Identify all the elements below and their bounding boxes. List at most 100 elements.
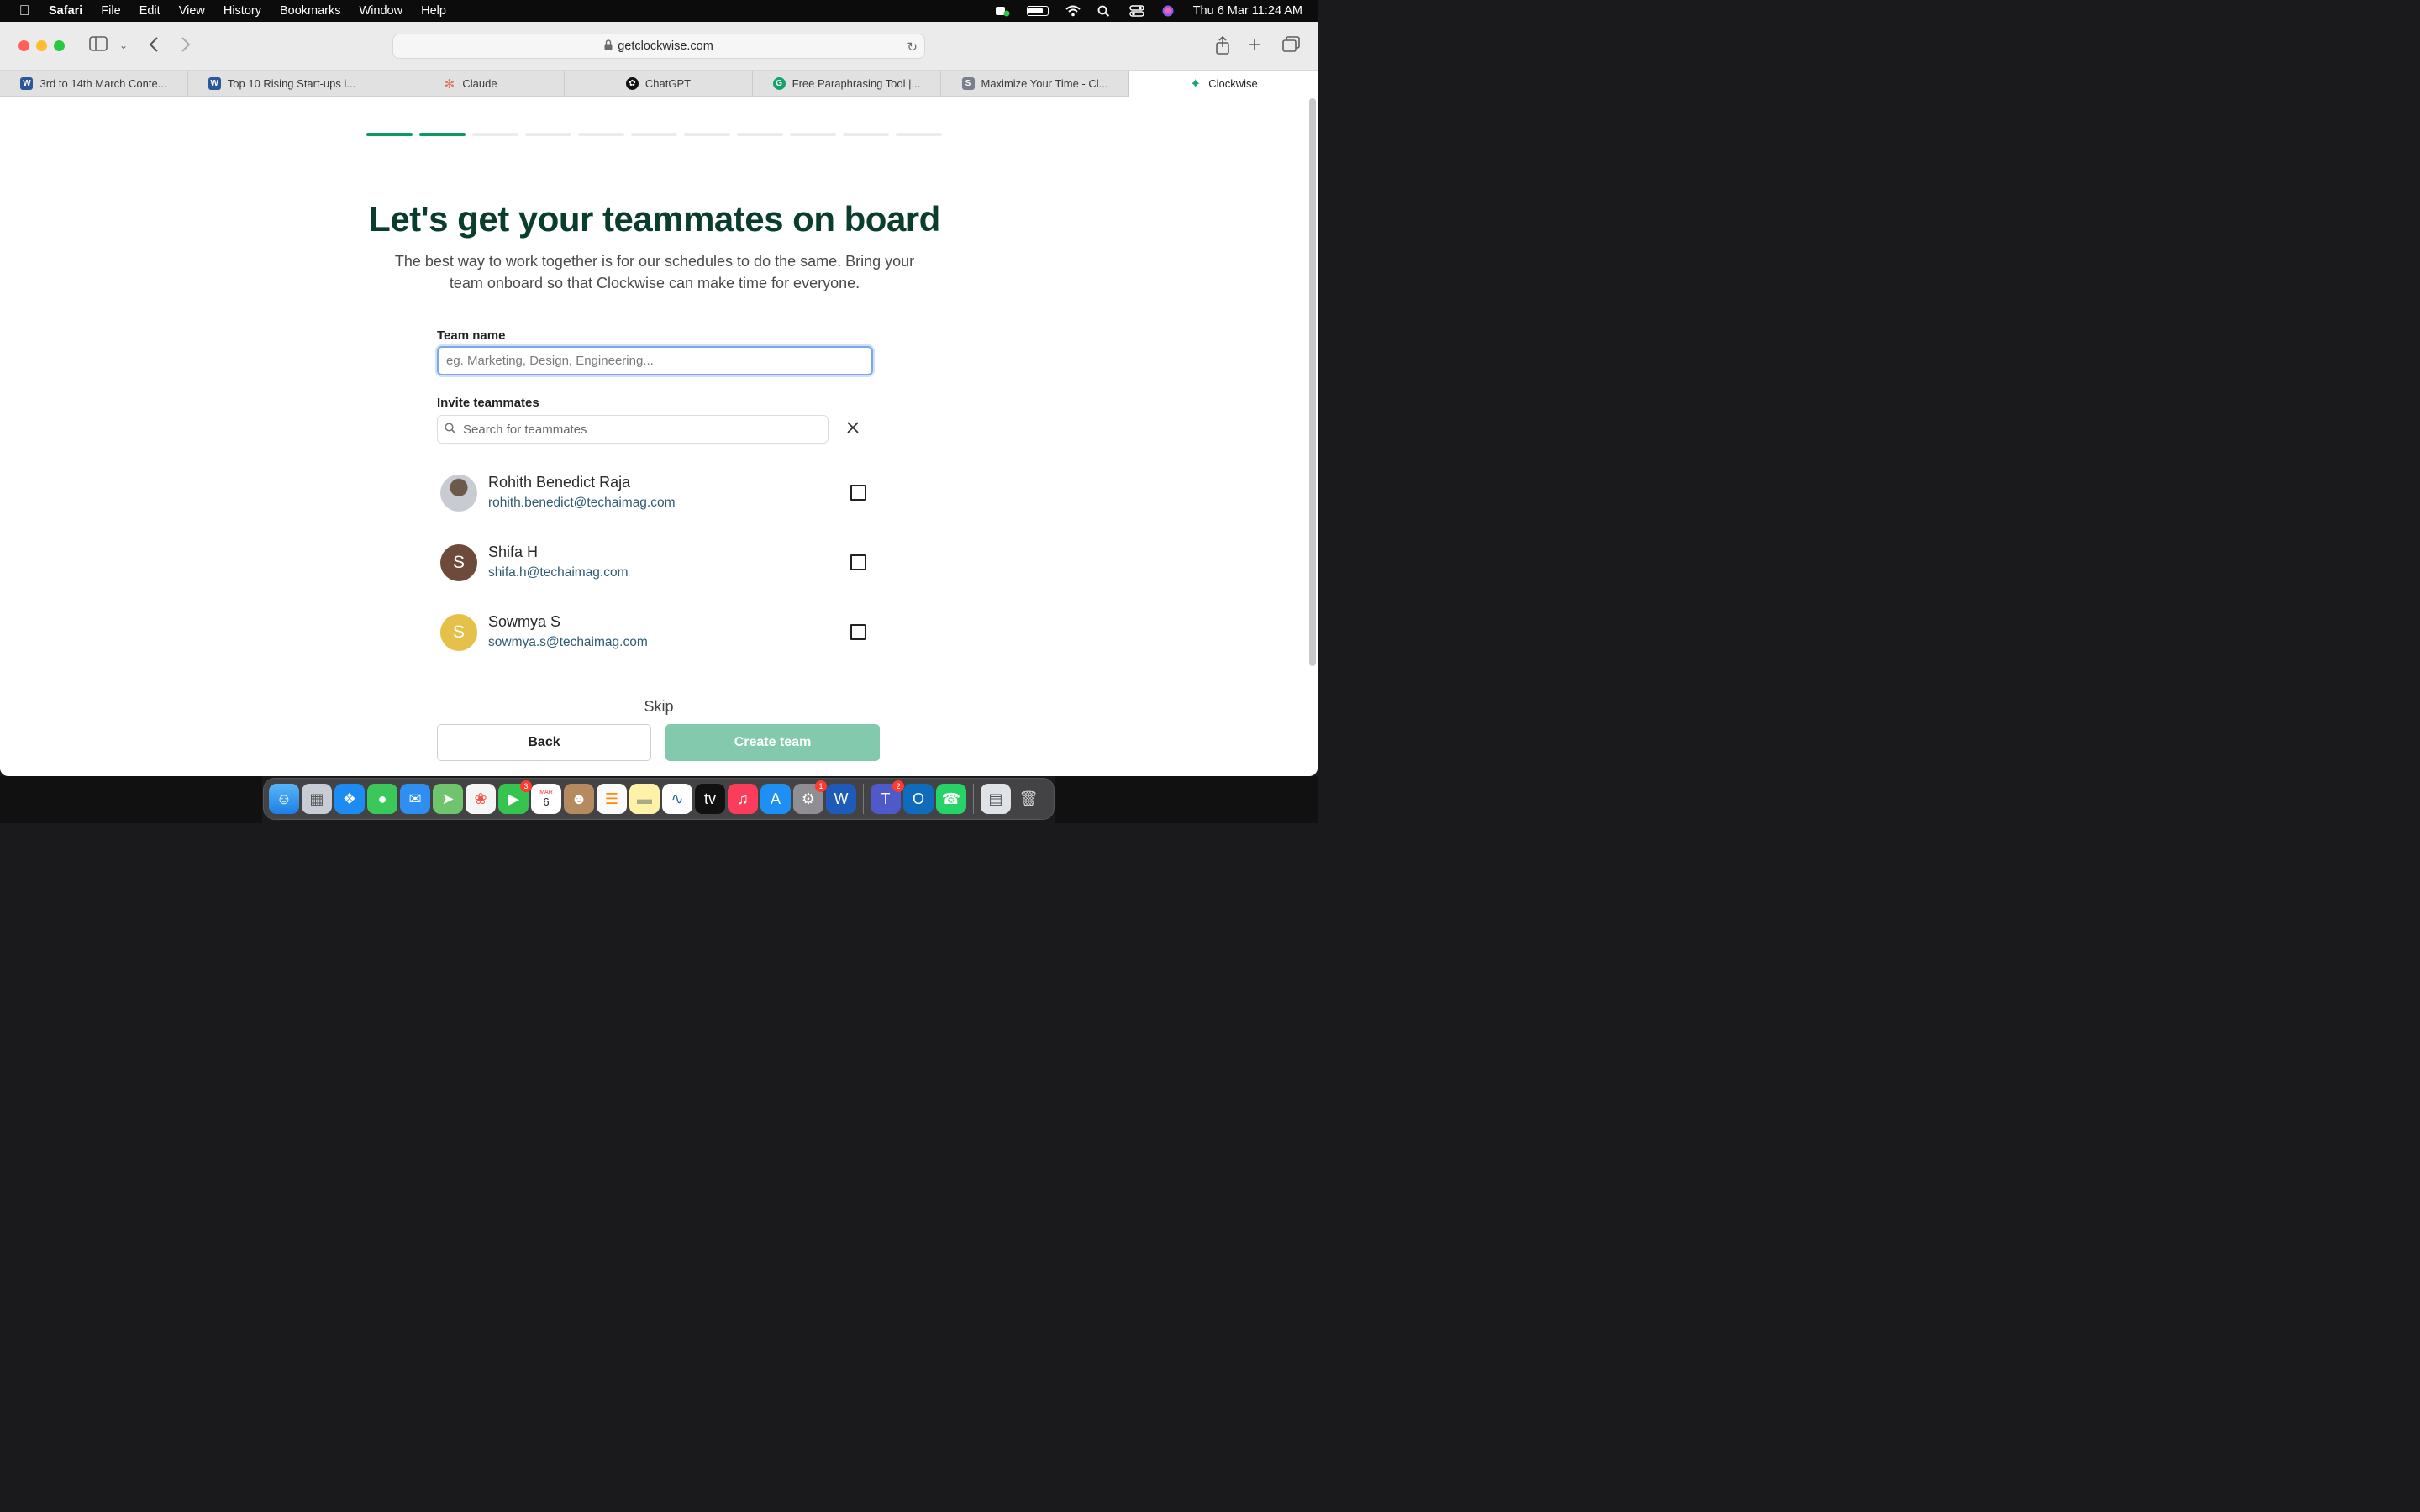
browser-tab[interactable]: S Maximize Your Time - Cl... [941, 71, 1129, 97]
teammate-checkbox[interactable] [850, 624, 866, 640]
progress-segment [472, 133, 518, 136]
tab-label: Top 10 Rising Start-ups i... [227, 77, 356, 90]
trash-icon[interactable]: 🗑 [1013, 784, 1044, 814]
window-controls [18, 40, 65, 51]
menu-history[interactable]: History [214, 4, 271, 18]
teams-status-icon[interactable] [995, 5, 1010, 17]
avatar: S [440, 544, 477, 581]
photos-icon[interactable]: ❀ [466, 784, 496, 814]
menu-app-name[interactable]: Safari [49, 4, 92, 18]
menu-edit[interactable]: Edit [130, 4, 170, 18]
teams-icon[interactable]: T2 [871, 780, 904, 814]
menu-window[interactable]: Window [350, 4, 413, 18]
menu-bookmarks[interactable]: Bookmarks [271, 4, 350, 18]
browser-tab-active[interactable]: ✦ Clockwise [1129, 71, 1318, 97]
teammate-checkbox[interactable] [850, 554, 866, 570]
app-store-icon[interactable]: A [760, 784, 791, 814]
music-icon[interactable]: ♫ [728, 784, 758, 814]
teammate-search-input[interactable] [463, 422, 816, 437]
teammate-row[interactable]: Rohith Benedict Raja rohith.benedict@tec… [440, 474, 877, 517]
maps-icon[interactable]: ➤ [433, 784, 463, 814]
apple-tv-icon[interactable]: tv [695, 784, 725, 814]
menu-view[interactable]: View [170, 4, 214, 18]
browser-tab[interactable]: W Top 10 Rising Start-ups i... [188, 71, 376, 97]
progress-segment [366, 133, 413, 136]
team-name-input[interactable] [437, 346, 873, 375]
apple-menu-icon[interactable]:  [0, 3, 49, 19]
share-icon[interactable] [1215, 35, 1230, 59]
fullscreen-window-button[interactable] [54, 40, 65, 51]
skip-link[interactable]: Skip [0, 698, 1318, 716]
create-team-button[interactable]: Create team [666, 724, 880, 761]
tab-bar: W 3rd to 14th March Conte... W Top 10 Ri… [0, 71, 1318, 97]
notes-icon[interactable]: ▬ [629, 784, 660, 814]
minimize-window-button[interactable] [36, 40, 47, 51]
calendar-icon[interactable]: MAR 6 [531, 784, 561, 814]
settings-badge: 1 [815, 780, 827, 792]
progress-segment [843, 133, 889, 136]
page-title: Let's get your teammates on board [369, 199, 940, 239]
teammate-row[interactable]: S Shifa H shifa.h@techaimag.com [440, 543, 877, 586]
close-window-button[interactable] [18, 40, 29, 51]
word-icon: W [20, 77, 34, 90]
back-arrow-icon[interactable] [148, 36, 160, 57]
tab-group-chevron-down-icon[interactable]: ⌄ [119, 36, 128, 55]
siri-icon[interactable] [1161, 5, 1176, 17]
outlook-icon[interactable]: O [903, 784, 934, 814]
teammate-name: Shifa H [488, 543, 539, 560]
menu-file[interactable]: File [92, 4, 129, 18]
forward-arrow-icon[interactable] [180, 36, 192, 57]
system-settings-icon[interactable]: ⚙ 1 [793, 780, 827, 814]
teammate-row[interactable]: S Sowmya S sowmya.s@techaimag.com [440, 613, 877, 656]
menubar-clock[interactable]: Thu 6 Mar 11:24 AM [1193, 4, 1302, 18]
desktop-background [1055, 776, 1318, 823]
progress-segment [684, 133, 730, 136]
tab-overview-icon[interactable] [1282, 36, 1301, 57]
dock-separator [973, 784, 974, 814]
clear-search-close-icon[interactable] [846, 418, 860, 438]
contacts-icon[interactable]: ☻ [564, 784, 594, 814]
back-button[interactable]: Back [437, 724, 651, 761]
battery-icon[interactable] [1026, 6, 1049, 16]
grammarly-icon: G [772, 77, 786, 90]
teammate-name: Rohith Benedict Raja [488, 474, 631, 491]
launchpad-icon[interactable]: ▦ [302, 784, 332, 814]
teams-badge: 2 [892, 780, 904, 792]
menu-help[interactable]: Help [412, 4, 455, 18]
reload-icon[interactable]: ↻ [907, 39, 918, 55]
dock-separator [863, 784, 864, 814]
avatar [440, 475, 477, 512]
browser-tab[interactable]: W 3rd to 14th March Conte... [0, 71, 188, 97]
facetime-icon[interactable]: ▶ 3 [498, 780, 532, 814]
browser-tab[interactable]: G Free Paraphrasing Tool |... [753, 71, 941, 97]
page-scrollbar[interactable] [1309, 98, 1316, 666]
whatsapp-icon[interactable]: ☎ [936, 784, 966, 814]
word-icon[interactable]: W [826, 784, 856, 814]
new-tab-plus-icon[interactable]: + [1249, 35, 1260, 55]
spotlight-search-icon[interactable] [1097, 5, 1113, 17]
teammate-search-box[interactable] [437, 415, 829, 444]
wifi-icon[interactable] [1065, 5, 1081, 17]
mail-icon[interactable]: ✉ [400, 784, 430, 814]
freeform-icon[interactable]: ∿ [662, 784, 692, 814]
lock-icon [604, 39, 613, 53]
browser-tab[interactable]: ✿ ChatGPT [565, 71, 753, 97]
teammate-checkbox[interactable] [850, 485, 866, 501]
calendar-month: MAR [539, 790, 553, 795]
page-content: Let's get your teammates on board The be… [0, 97, 1318, 775]
progress-segment [578, 133, 624, 136]
messages-icon[interactable]: ● [367, 784, 397, 814]
control-center-icon[interactable] [1128, 5, 1144, 17]
address-bar[interactable]: getclockwise.com ↻ [392, 34, 925, 59]
s-icon: S [961, 77, 975, 90]
calendar-day: 6 [543, 795, 550, 808]
safari-icon[interactable]: ❖ [334, 784, 365, 814]
tab-label: 3rd to 14th March Conte... [39, 77, 167, 90]
team-name-label: Team name [437, 328, 506, 343]
claude-icon: ✻ [444, 76, 455, 92]
preview-window-icon[interactable]: ▤ [981, 784, 1011, 814]
reminders-icon[interactable]: ☰ [597, 784, 627, 814]
finder-icon[interactable]: ☺ [269, 784, 299, 814]
browser-tab[interactable]: ✻ Claude [376, 71, 565, 97]
sidebar-toggle-icon[interactable] [89, 36, 108, 55]
